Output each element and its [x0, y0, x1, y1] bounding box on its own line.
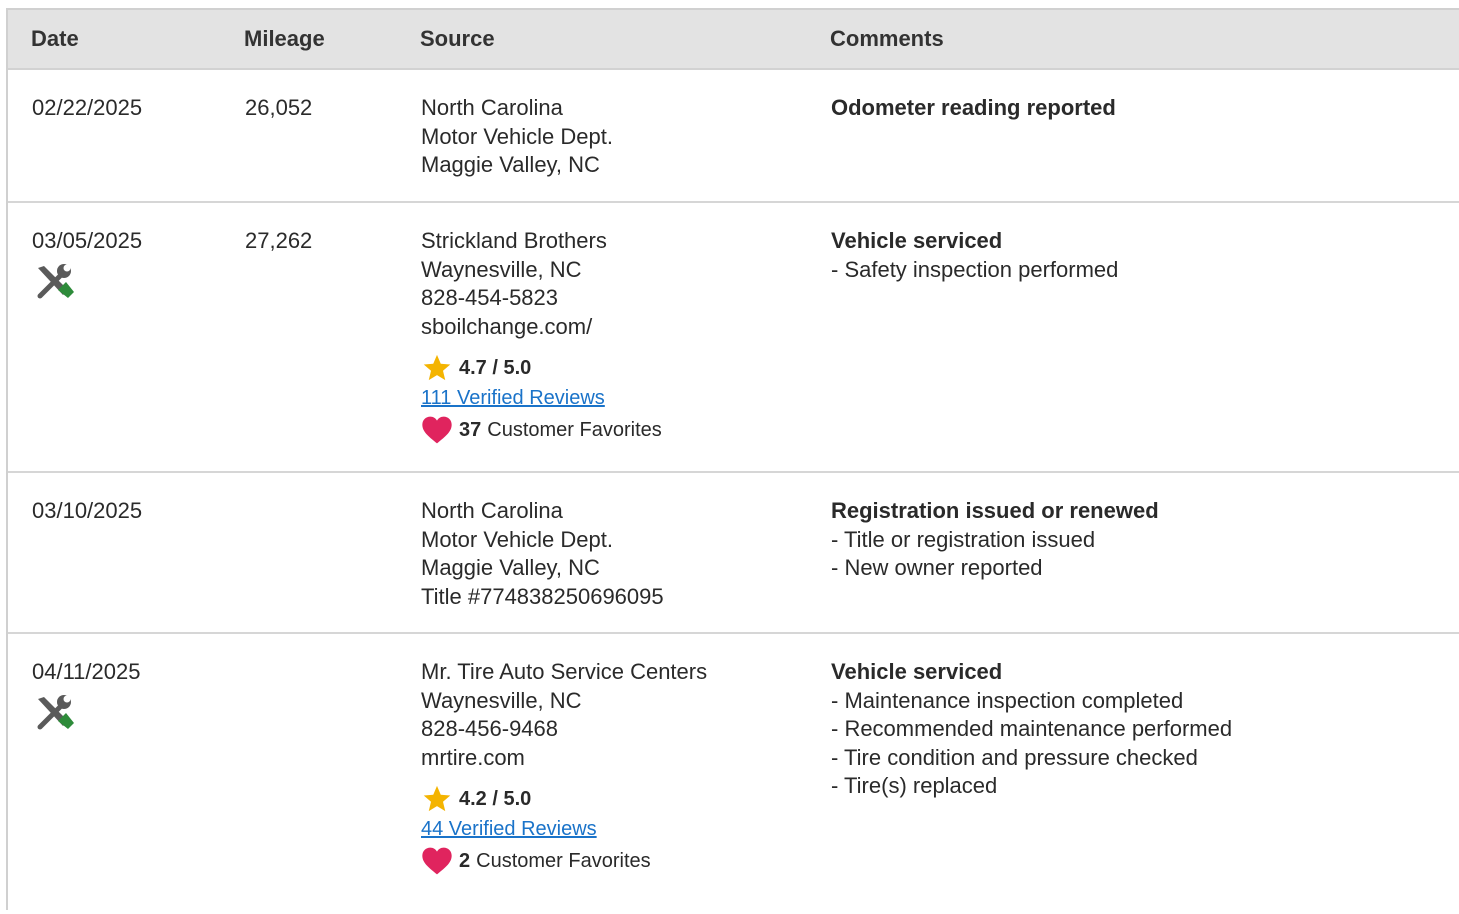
wrench-screwdriver-icon	[37, 694, 74, 729]
table-row: 02/22/2025 26,052 North Carolina Motor V…	[8, 70, 1459, 203]
record-date: 04/11/2025	[32, 659, 141, 684]
source-line: 828-454-5823	[421, 285, 559, 310]
source-line: mrtire.com	[421, 744, 525, 770]
record-date-cell: 04/11/2025	[32, 658, 140, 735]
record-source: North Carolina Motor Vehicle Dept. Maggi…	[421, 497, 664, 611]
source-line: Waynesville, NC	[421, 687, 582, 713]
header-date: Date	[31, 26, 79, 51]
record-source: Mr. Tire Auto Service Centers Waynesvill…	[421, 658, 707, 878]
header-comments: Comments	[830, 26, 944, 51]
header-source: Source	[420, 26, 495, 51]
rating-value: 4.7 / 5.0	[459, 356, 532, 379]
comment-item: - New owner reported	[831, 555, 1043, 580]
heart-icon	[422, 847, 452, 875]
record-comments: Odometer reading reported	[831, 94, 1116, 123]
verified-reviews-link[interactable]: 44 Verified Reviews	[421, 814, 597, 844]
record-source: Strickland Brothers Waynesville, NC 828-…	[421, 227, 662, 447]
table-row: 04/11/2025 Mr. Tire Auto Service Centers…	[8, 634, 1459, 914]
record-mileage: 27,262	[245, 228, 313, 253]
star-icon	[423, 785, 451, 812]
comment-title: Registration issued or renewed	[831, 498, 1159, 523]
record-date-cell: 03/05/2025	[32, 227, 142, 304]
heart-icon	[422, 416, 452, 444]
source-line: North Carolina	[421, 95, 563, 120]
favorites-label: Customer Favorites	[487, 418, 662, 441]
comment-item: - Tire(s) replaced	[831, 773, 998, 798]
source-line: Waynesville, NC	[421, 256, 582, 282]
record-mileage: 26,052	[245, 95, 313, 120]
record-comments: Vehicle serviced - Maintenance inspectio…	[831, 658, 1232, 801]
rating: 4.7 / 5.0	[421, 353, 662, 383]
favorites-count: 37	[459, 418, 482, 441]
source-line: sboilchange.com/	[421, 313, 593, 339]
record-date: 03/05/2025	[32, 228, 143, 253]
record-date: 02/22/2025	[32, 95, 143, 120]
table-header: Date Mileage Source Comments	[8, 10, 1459, 70]
source-line: Mr. Tire Auto Service Centers	[421, 659, 708, 684]
comment-item: - Title or registration issued	[831, 526, 1096, 552]
source-line: Strickland Brothers	[421, 228, 607, 253]
source-line: Motor Vehicle Dept.	[421, 123, 613, 149]
source-line: Motor Vehicle Dept.	[421, 526, 613, 552]
header-mileage: Mileage	[244, 26, 325, 51]
record-comments: Vehicle serviced - Safety inspection per…	[831, 227, 1118, 284]
customer-favorites: 37 Customer Favorites	[421, 413, 662, 447]
source-line: North Carolina	[421, 498, 563, 523]
source-line: Maggie Valley, NC	[421, 555, 600, 580]
rating-value: 4.2 / 5.0	[459, 787, 532, 810]
source-line: Title #774838250696095	[421, 583, 664, 609]
comment-title: Vehicle serviced	[831, 228, 1003, 253]
verified-reviews-link[interactable]: 111 Verified Reviews	[421, 383, 605, 413]
history-table: Date Mileage Source Comments 02/22/2025 …	[6, 8, 1459, 910]
comment-item: - Tire condition and pressure checked	[831, 744, 1198, 770]
comment-title: Vehicle serviced	[831, 659, 1003, 684]
comment-item: - Maintenance inspection completed	[831, 687, 1184, 713]
record-comments: Registration issued or renewed - Title o…	[831, 497, 1159, 583]
favorites-label: Customer Favorites	[476, 849, 651, 872]
customer-favorites: 2 Customer Favorites	[421, 844, 707, 878]
comment-item: - Safety inspection performed	[831, 256, 1119, 282]
wrench-screwdriver-icon	[37, 263, 74, 298]
comment-item: - Recommended maintenance performed	[831, 716, 1233, 741]
table-row: 03/05/2025 27,262 Strickland Brothers Wa…	[8, 203, 1459, 473]
table-row: 03/10/2025 North Carolina Motor Vehicle …	[8, 473, 1459, 634]
record-date: 03/10/2025	[32, 498, 143, 523]
star-icon	[423, 354, 451, 381]
source-line: Maggie Valley, NC	[421, 152, 600, 177]
rating: 4.2 / 5.0	[421, 784, 707, 814]
comment-title: Odometer reading reported	[831, 95, 1116, 120]
favorites-count: 2	[459, 849, 471, 872]
record-source: North Carolina Motor Vehicle Dept. Maggi…	[421, 94, 613, 180]
source-line: 828-456-9468	[421, 716, 559, 741]
